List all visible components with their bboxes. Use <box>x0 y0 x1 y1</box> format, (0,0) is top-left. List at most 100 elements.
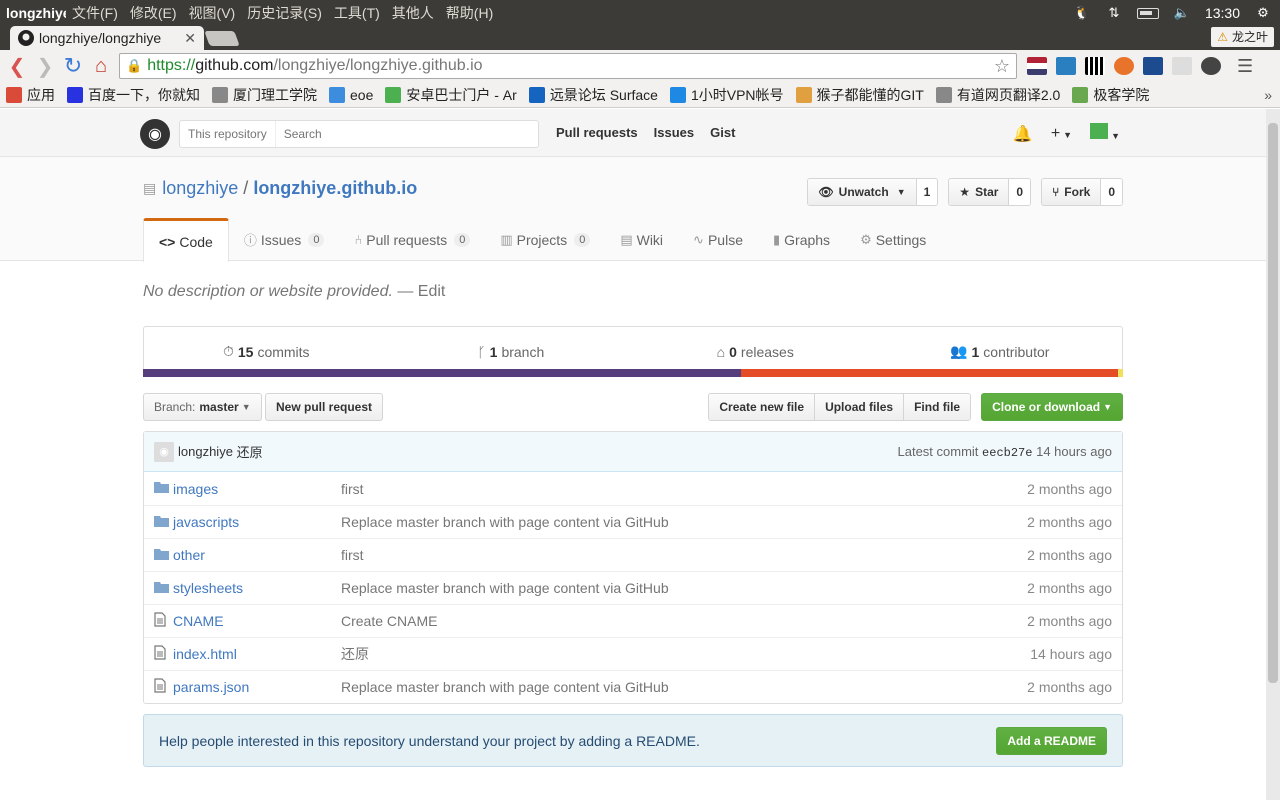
commit-message[interactable]: 还原 <box>237 442 263 461</box>
home-button[interactable]: ⌂ <box>87 52 115 80</box>
file-commit-message[interactable]: 还原 <box>341 644 1030 664</box>
file-row[interactable]: index.html 还原 14 hours ago <box>144 637 1122 670</box>
tab-pulse[interactable]: ∿ Pulse <box>678 218 758 261</box>
file-commit-message[interactable]: first <box>341 481 1027 497</box>
s-extension-icon[interactable] <box>1056 57 1076 75</box>
file-name-link[interactable]: CNAME <box>173 613 341 629</box>
commit-sha-link[interactable]: eecb27e <box>982 446 1032 460</box>
file-commit-message[interactable]: Replace master branch with page content … <box>341 580 1027 596</box>
star-count[interactable]: 0 <box>1008 179 1031 205</box>
penguin-icon[interactable]: 🐧 <box>1073 5 1091 21</box>
new-tab-button[interactable] <box>204 31 240 46</box>
clock[interactable]: 13:30 <box>1205 5 1240 21</box>
search-box[interactable]: This repository <box>179 120 539 148</box>
bookmark-star-icon[interactable]: ☆ <box>994 56 1010 77</box>
create-new-file-button[interactable]: Create new file <box>709 394 815 420</box>
github-logo-icon[interactable]: ◉ <box>140 119 170 149</box>
cursor-extension-icon[interactable] <box>1172 57 1192 75</box>
bookmark-jikexueyuan[interactable]: 极客学院 <box>1072 85 1149 105</box>
tab-code[interactable]: <> Code <box>143 218 229 262</box>
nav-issues[interactable]: Issues <box>654 125 694 140</box>
language-segment[interactable] <box>1118 369 1123 377</box>
nav-pull-requests[interactable]: Pull requests <box>556 125 638 140</box>
find-file-button[interactable]: Find file <box>903 394 971 420</box>
bookmark-pcbeta[interactable]: 远景论坛 Surface <box>528 85 658 105</box>
tab-projects[interactable]: ▥ Projects 0 <box>485 218 605 261</box>
commit-author-avatar[interactable]: ◉ <box>154 441 174 462</box>
file-commit-message[interactable]: Replace master branch with page content … <box>341 514 1027 530</box>
file-name-link[interactable]: params.json <box>173 679 341 695</box>
tab-graphs[interactable]: ▮ Graphs <box>758 218 845 261</box>
menu-view[interactable]: 视图(V) <box>183 3 242 23</box>
bookmark-vpn[interactable]: 1小时VPN帐号 <box>669 85 784 105</box>
file-row[interactable]: params.json Replace master branch with pa… <box>144 670 1122 703</box>
menu-help[interactable]: 帮助(H) <box>440 3 499 23</box>
orange-extension-icon[interactable] <box>1114 57 1134 75</box>
file-name-link[interactable]: index.html <box>173 646 341 662</box>
file-name-link[interactable]: images <box>173 481 341 497</box>
bookmark-eoe[interactable]: eoe <box>329 86 373 103</box>
bookmark-anzhuo[interactable]: 安卓巴士门户 - Ar <box>385 85 517 105</box>
power-gear-icon[interactable]: ⚙ <box>1254 5 1272 21</box>
file-row[interactable]: other first 2 months ago <box>144 538 1122 571</box>
fork-count[interactable]: 0 <box>1100 179 1122 205</box>
upload-files-button[interactable]: Upload files <box>814 394 904 420</box>
forward-button[interactable]: ❯ <box>31 52 59 80</box>
file-row[interactable]: stylesheets Replace master branch with pa… <box>144 571 1122 604</box>
file-commit-message[interactable]: Create CNAME <box>341 613 1027 629</box>
bookmark-youdao[interactable]: 有道网页翻译2.0 <box>935 85 1060 105</box>
language-bar[interactable] <box>143 369 1123 377</box>
menu-edit[interactable]: 修改(E) <box>124 3 183 23</box>
bookmark-git-tutorial[interactable]: 猴子都能懂的GIT <box>795 85 924 105</box>
file-name-link[interactable]: other <box>173 547 341 563</box>
unwatch-button[interactable]: 👁 Unwatch ▼ <box>808 179 916 205</box>
address-bar[interactable]: 🔒 https:// github.com /longzhiye/longzhi… <box>119 53 1017 79</box>
fork-button[interactable]: ⑂ Fork <box>1042 179 1101 205</box>
page-scrollbar[interactable] <box>1266 109 1280 800</box>
file-commit-message[interactable]: first <box>341 547 1027 563</box>
edit-description-link[interactable]: — Edit <box>397 283 445 300</box>
repo-owner-link[interactable]: longzhiye <box>162 178 238 199</box>
mask-extension-icon[interactable] <box>1201 57 1221 75</box>
branch-select-button[interactable]: Branch: master ▼ <box>143 393 262 421</box>
repo-name-link[interactable]: longzhiye.github.io <box>253 178 417 199</box>
menu-people[interactable]: 其他人 <box>386 3 440 23</box>
bookmark-apps[interactable]: 应用 <box>6 85 55 105</box>
reload-button[interactable]: ↻ <box>59 52 87 80</box>
file-name-link[interactable]: javascripts <box>173 514 341 530</box>
nav-gist[interactable]: Gist <box>710 125 735 140</box>
network-icon[interactable]: ⇅ <box>1105 5 1123 21</box>
clone-or-download-button[interactable]: Clone or download ▼ <box>981 393 1123 421</box>
plus-dropdown[interactable]: + ▼ <box>1051 125 1072 143</box>
file-commit-message[interactable]: Replace master branch with page content … <box>341 679 1027 695</box>
close-tab-icon[interactable]: ✕ <box>184 30 196 47</box>
bookmarks-overflow-icon[interactable]: » <box>1264 87 1272 103</box>
menu-history[interactable]: 历史记录(S) <box>241 3 328 23</box>
tab-issues[interactable]: ⓘ Issues 0 <box>229 218 340 261</box>
tab-pull-requests[interactable]: ⑃ Pull requests 0 <box>339 218 485 261</box>
file-row[interactable]: CNAME Create CNAME 2 months ago <box>144 604 1122 637</box>
arrow-extension-icon[interactable] <box>1143 57 1163 75</box>
tab-wiki[interactable]: ▤ Wiki <box>605 218 678 261</box>
avatar-dropdown[interactable]: ▼ <box>1090 123 1120 144</box>
add-readme-button[interactable]: Add a README <box>996 726 1107 755</box>
new-pull-request-button[interactable]: New pull request <box>265 393 384 421</box>
search-input[interactable] <box>275 127 538 141</box>
browser-tab[interactable]: longzhiye/longzhiye ✕ <box>10 26 204 50</box>
browser-menu-icon[interactable]: ☰ <box>1237 56 1253 77</box>
back-button[interactable]: ❮ <box>3 52 31 80</box>
language-segment[interactable] <box>143 369 741 377</box>
flag-extension-icon[interactable] <box>1027 57 1047 75</box>
language-segment[interactable] <box>740 369 1119 377</box>
file-name-link[interactable]: stylesheets <box>173 580 341 596</box>
qr-code-icon[interactable] <box>1085 57 1105 75</box>
bell-icon[interactable]: 🔔 <box>1013 124 1033 144</box>
menu-tools[interactable]: 工具(T) <box>328 3 386 23</box>
bookmark-baidu[interactable]: 百度一下，你就知 <box>67 85 200 105</box>
tab-settings[interactable]: ⚙ Settings <box>845 218 941 261</box>
file-row[interactable]: images first 2 months ago <box>144 472 1122 505</box>
profile-badge[interactable]: ⚠ 龙之叶 <box>1211 27 1274 47</box>
volume-icon[interactable]: 🔈 <box>1173 5 1191 21</box>
bookmark-xmut[interactable]: 厦门理工学院 <box>212 85 317 105</box>
watch-count[interactable]: 1 <box>915 179 938 205</box>
